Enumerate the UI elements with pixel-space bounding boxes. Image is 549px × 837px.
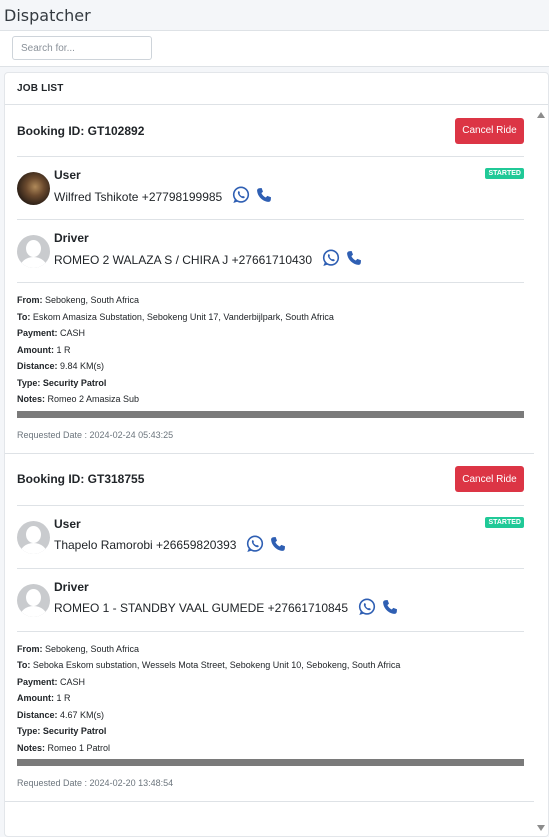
status-badge: STARTED <box>485 516 524 528</box>
user-section: User Thapelo Ramorobi +26659820393 START… <box>17 506 524 569</box>
progress-bar <box>17 410 524 418</box>
distance-row: Distance: 9.84 KM(s) <box>17 358 524 375</box>
page-title: Dispatcher <box>4 6 91 25</box>
user-role-label: User <box>54 168 81 182</box>
notes-row: Notes: Romeo 1 Patrol <box>17 740 524 757</box>
notes-label: Notes: <box>17 394 46 404</box>
from-row: From: Sebokeng, South Africa <box>17 292 524 309</box>
cancel-ride-button[interactable]: Cancel Ride <box>455 117 524 144</box>
amount-value: 1 R <box>54 344 71 355</box>
from-label: From: <box>17 643 43 654</box>
amount-value: 1 R <box>54 693 71 703</box>
whatsapp-icon[interactable] <box>358 598 376 619</box>
from-label: From: <box>17 295 43 305</box>
phone-icon[interactable] <box>382 599 398 618</box>
booking-id: Booking ID: GT102892 <box>17 123 145 138</box>
distance-value: 4.67 KM(s) <box>57 709 105 720</box>
driver-role-label: Driver <box>54 579 89 594</box>
notes-value: Romeo 2 Amasiza Sub <box>45 394 140 404</box>
phone-icon[interactable] <box>256 187 272 206</box>
payment-row: Payment: CASH <box>17 325 524 342</box>
user-role-label: User <box>54 516 81 531</box>
payment-value: CASH <box>57 676 86 687</box>
user-section: User Wilfred Tshikote +27798199985 START… <box>17 157 524 220</box>
whatsapp-icon[interactable] <box>232 186 250 207</box>
payment-label: Payment: <box>17 328 58 338</box>
job-details: From: Sebokeng, South Africa To: Seboka … <box>17 632 524 766</box>
distance-value: 9.84 KM(s) <box>57 361 105 371</box>
job-list-header: JOB LIST <box>5 73 548 105</box>
distance-label: Distance: <box>17 709 58 720</box>
notes-row: Notes: Romeo 2 Amasiza Sub <box>17 391 524 408</box>
user-avatar <box>17 520 50 554</box>
requested-date: Requested Date : 2024-02-20 13:48:54 <box>17 778 174 788</box>
amount-label: Amount: <box>17 344 54 355</box>
payment-row: Payment: CASH <box>17 674 524 691</box>
whatsapp-icon[interactable] <box>246 535 264 556</box>
driver-name-phone: ROMEO 1 - STANDBY VAAL GUMEDE +276617108… <box>54 601 349 615</box>
driver-role-label: Driver <box>54 231 89 245</box>
type-label: Type: <box>17 726 41 736</box>
whatsapp-icon[interactable] <box>322 249 340 270</box>
search-input[interactable] <box>12 36 152 60</box>
scroll-up-arrow-icon[interactable] <box>537 112 545 118</box>
phone-icon[interactable] <box>346 250 362 269</box>
scroll-down-arrow-icon[interactable] <box>537 825 545 831</box>
user-name-phone: Wilfred Tshikote +27798199985 <box>54 189 223 204</box>
job-details: From: Sebokeng, South Africa To: Eskom A… <box>17 283 524 418</box>
phone-icon[interactable] <box>270 536 286 555</box>
from-row: From: Sebokeng, South Africa <box>17 641 524 658</box>
user-name-phone: Thapelo Ramorobi +26659820393 <box>54 538 237 552</box>
amount-row: Amount: 1 R <box>17 690 524 707</box>
type-value: Security Patrol <box>40 377 107 388</box>
user-avatar <box>17 172 50 205</box>
driver-name-phone: ROMEO 2 WALAZA S / CHIRA J +27661710430 <box>54 252 313 267</box>
notes-label: Notes: <box>17 742 46 753</box>
driver-avatar <box>17 235 50 268</box>
cancel-ride-button[interactable]: Cancel Ride <box>455 466 524 492</box>
booking-id: Booking ID: GT318755 <box>17 472 145 486</box>
driver-avatar <box>17 583 50 617</box>
amount-row: Amount: 1 R <box>17 342 524 359</box>
status-badge: STARTED <box>485 168 524 179</box>
scrollbar[interactable] <box>534 105 548 836</box>
driver-section: Driver ROMEO 1 - STANDBY VAAL GUMEDE +27… <box>17 569 524 632</box>
from-value: Sebokeng, South Africa <box>42 295 140 305</box>
job-list-card: JOB LIST Booking ID: GT102892 Cancel Rid… <box>4 72 549 837</box>
driver-section: Driver ROMEO 2 WALAZA S / CHIRA J +27661… <box>17 220 524 283</box>
to-label: To: <box>17 311 31 322</box>
type-row: Type: Security Patrol <box>17 375 524 392</box>
type-value: Security Patrol <box>40 726 107 736</box>
type-label: Type: <box>17 377 41 388</box>
to-value: Eskom Amasiza Substation, Sebokeng Unit … <box>30 311 334 322</box>
to-row: To: Eskom Amasiza Substation, Sebokeng U… <box>17 309 524 326</box>
progress-bar <box>17 759 524 766</box>
payment-value: CASH <box>57 328 86 338</box>
search-bar <box>0 30 549 67</box>
notes-value: Romeo 1 Patrol <box>45 742 111 753</box>
requested-date: Requested Date : 2024-02-24 05:43:25 <box>17 429 174 440</box>
payment-label: Payment: <box>17 676 58 687</box>
job-list-scroll-area[interactable]: Booking ID: GT102892 Cancel Ride User Wi… <box>5 105 536 836</box>
distance-row: Distance: 4.67 KM(s) <box>17 707 524 724</box>
from-value: Sebokeng, South Africa <box>42 643 140 654</box>
distance-label: Distance: <box>17 361 58 371</box>
type-row: Type: Security Patrol <box>17 723 524 740</box>
to-row: To: Seboka Eskom substation, Wessels Mot… <box>17 657 524 674</box>
amount-label: Amount: <box>17 693 54 703</box>
job-item: Booking ID: GT102892 Cancel Ride User Wi… <box>5 105 536 454</box>
to-value: Seboka Eskom substation, Wessels Mota St… <box>30 660 401 670</box>
to-label: To: <box>17 660 31 670</box>
job-item: Booking ID: GT318755 Cancel Ride User Th… <box>5 454 536 802</box>
